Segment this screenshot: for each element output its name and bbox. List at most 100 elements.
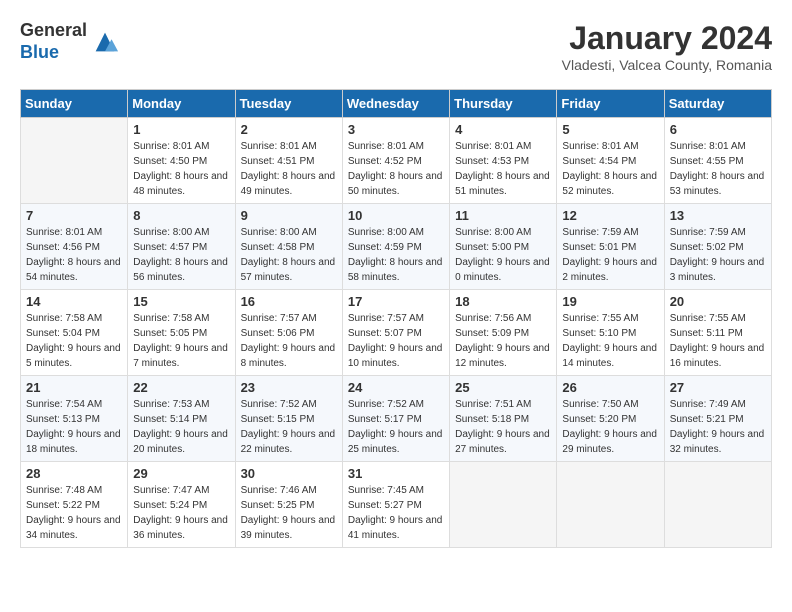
day-number: 1	[133, 122, 229, 137]
header-sunday: Sunday	[21, 90, 128, 118]
calendar-cell: 18 Sunrise: 7:56 AMSunset: 5:09 PMDaylig…	[450, 290, 557, 376]
calendar-cell: 10 Sunrise: 8:00 AMSunset: 4:59 PMDaylig…	[342, 204, 449, 290]
day-number: 10	[348, 208, 444, 223]
calendar-cell: 12 Sunrise: 7:59 AMSunset: 5:01 PMDaylig…	[557, 204, 664, 290]
logo-blue: Blue	[20, 42, 87, 64]
header-row: SundayMondayTuesdayWednesdayThursdayFrid…	[21, 90, 772, 118]
day-number: 14	[26, 294, 122, 309]
day-number: 31	[348, 466, 444, 481]
calendar-cell: 5 Sunrise: 8:01 AMSunset: 4:54 PMDayligh…	[557, 118, 664, 204]
calendar-cell: 2 Sunrise: 8:01 AMSunset: 4:51 PMDayligh…	[235, 118, 342, 204]
day-info: Sunrise: 7:52 AMSunset: 5:15 PMDaylight:…	[241, 397, 337, 457]
logo-general: General	[20, 20, 87, 42]
day-info: Sunrise: 7:57 AMSunset: 5:07 PMDaylight:…	[348, 311, 444, 371]
day-number: 21	[26, 380, 122, 395]
day-number: 29	[133, 466, 229, 481]
location: Vladesti, Valcea County, Romania	[562, 57, 772, 73]
day-info: Sunrise: 7:56 AMSunset: 5:09 PMDaylight:…	[455, 311, 551, 371]
week-row-1: 1 Sunrise: 8:01 AMSunset: 4:50 PMDayligh…	[21, 118, 772, 204]
calendar-cell: 3 Sunrise: 8:01 AMSunset: 4:52 PMDayligh…	[342, 118, 449, 204]
day-info: Sunrise: 7:54 AMSunset: 5:13 PMDaylight:…	[26, 397, 122, 457]
calendar-cell: 23 Sunrise: 7:52 AMSunset: 5:15 PMDaylig…	[235, 376, 342, 462]
header-thursday: Thursday	[450, 90, 557, 118]
day-info: Sunrise: 7:48 AMSunset: 5:22 PMDaylight:…	[26, 483, 122, 543]
calendar-cell: 17 Sunrise: 7:57 AMSunset: 5:07 PMDaylig…	[342, 290, 449, 376]
calendar-cell: 15 Sunrise: 7:58 AMSunset: 5:05 PMDaylig…	[128, 290, 235, 376]
day-info: Sunrise: 7:49 AMSunset: 5:21 PMDaylight:…	[670, 397, 766, 457]
calendar-cell: 28 Sunrise: 7:48 AMSunset: 5:22 PMDaylig…	[21, 462, 128, 548]
day-info: Sunrise: 7:58 AMSunset: 5:04 PMDaylight:…	[26, 311, 122, 371]
day-number: 19	[562, 294, 658, 309]
day-info: Sunrise: 7:57 AMSunset: 5:06 PMDaylight:…	[241, 311, 337, 371]
header-saturday: Saturday	[664, 90, 771, 118]
day-info: Sunrise: 7:51 AMSunset: 5:18 PMDaylight:…	[455, 397, 551, 457]
day-info: Sunrise: 7:55 AMSunset: 5:10 PMDaylight:…	[562, 311, 658, 371]
day-number: 20	[670, 294, 766, 309]
day-info: Sunrise: 8:01 AMSunset: 4:56 PMDaylight:…	[26, 225, 122, 285]
day-info: Sunrise: 7:59 AMSunset: 5:01 PMDaylight:…	[562, 225, 658, 285]
day-number: 16	[241, 294, 337, 309]
calendar-cell: 26 Sunrise: 7:50 AMSunset: 5:20 PMDaylig…	[557, 376, 664, 462]
day-number: 11	[455, 208, 551, 223]
day-number: 30	[241, 466, 337, 481]
day-info: Sunrise: 7:55 AMSunset: 5:11 PMDaylight:…	[670, 311, 766, 371]
calendar-cell	[450, 462, 557, 548]
day-info: Sunrise: 7:59 AMSunset: 5:02 PMDaylight:…	[670, 225, 766, 285]
calendar-cell: 6 Sunrise: 8:01 AMSunset: 4:55 PMDayligh…	[664, 118, 771, 204]
calendar-cell: 21 Sunrise: 7:54 AMSunset: 5:13 PMDaylig…	[21, 376, 128, 462]
day-info: Sunrise: 7:50 AMSunset: 5:20 PMDaylight:…	[562, 397, 658, 457]
day-info: Sunrise: 7:58 AMSunset: 5:05 PMDaylight:…	[133, 311, 229, 371]
day-number: 6	[670, 122, 766, 137]
day-info: Sunrise: 8:01 AMSunset: 4:52 PMDaylight:…	[348, 139, 444, 199]
calendar-cell: 16 Sunrise: 7:57 AMSunset: 5:06 PMDaylig…	[235, 290, 342, 376]
day-info: Sunrise: 8:01 AMSunset: 4:55 PMDaylight:…	[670, 139, 766, 199]
day-number: 23	[241, 380, 337, 395]
day-info: Sunrise: 7:47 AMSunset: 5:24 PMDaylight:…	[133, 483, 229, 543]
day-number: 24	[348, 380, 444, 395]
day-info: Sunrise: 8:01 AMSunset: 4:51 PMDaylight:…	[241, 139, 337, 199]
day-number: 28	[26, 466, 122, 481]
logo-icon	[91, 28, 119, 56]
header-wednesday: Wednesday	[342, 90, 449, 118]
logo: General Blue	[20, 20, 119, 63]
day-number: 26	[562, 380, 658, 395]
logo-text: General Blue	[20, 20, 87, 63]
calendar-cell: 20 Sunrise: 7:55 AMSunset: 5:11 PMDaylig…	[664, 290, 771, 376]
day-number: 2	[241, 122, 337, 137]
calendar-cell: 22 Sunrise: 7:53 AMSunset: 5:14 PMDaylig…	[128, 376, 235, 462]
header-tuesday: Tuesday	[235, 90, 342, 118]
calendar-cell: 30 Sunrise: 7:46 AMSunset: 5:25 PMDaylig…	[235, 462, 342, 548]
calendar-cell: 13 Sunrise: 7:59 AMSunset: 5:02 PMDaylig…	[664, 204, 771, 290]
calendar-cell: 1 Sunrise: 8:01 AMSunset: 4:50 PMDayligh…	[128, 118, 235, 204]
day-info: Sunrise: 8:00 AMSunset: 5:00 PMDaylight:…	[455, 225, 551, 285]
day-number: 4	[455, 122, 551, 137]
day-number: 15	[133, 294, 229, 309]
header-monday: Monday	[128, 90, 235, 118]
day-number: 25	[455, 380, 551, 395]
day-info: Sunrise: 7:45 AMSunset: 5:27 PMDaylight:…	[348, 483, 444, 543]
calendar-cell: 19 Sunrise: 7:55 AMSunset: 5:10 PMDaylig…	[557, 290, 664, 376]
day-info: Sunrise: 8:01 AMSunset: 4:53 PMDaylight:…	[455, 139, 551, 199]
day-number: 9	[241, 208, 337, 223]
calendar-cell: 7 Sunrise: 8:01 AMSunset: 4:56 PMDayligh…	[21, 204, 128, 290]
week-row-2: 7 Sunrise: 8:01 AMSunset: 4:56 PMDayligh…	[21, 204, 772, 290]
calendar-cell: 24 Sunrise: 7:52 AMSunset: 5:17 PMDaylig…	[342, 376, 449, 462]
calendar-cell	[557, 462, 664, 548]
calendar-cell: 11 Sunrise: 8:00 AMSunset: 5:00 PMDaylig…	[450, 204, 557, 290]
day-number: 7	[26, 208, 122, 223]
day-info: Sunrise: 8:00 AMSunset: 4:57 PMDaylight:…	[133, 225, 229, 285]
calendar-cell: 31 Sunrise: 7:45 AMSunset: 5:27 PMDaylig…	[342, 462, 449, 548]
calendar-table: SundayMondayTuesdayWednesdayThursdayFrid…	[20, 89, 772, 548]
day-number: 17	[348, 294, 444, 309]
week-row-4: 21 Sunrise: 7:54 AMSunset: 5:13 PMDaylig…	[21, 376, 772, 462]
calendar-cell: 14 Sunrise: 7:58 AMSunset: 5:04 PMDaylig…	[21, 290, 128, 376]
day-number: 13	[670, 208, 766, 223]
day-info: Sunrise: 7:46 AMSunset: 5:25 PMDaylight:…	[241, 483, 337, 543]
title-block: January 2024 Vladesti, Valcea County, Ro…	[562, 20, 772, 73]
day-number: 27	[670, 380, 766, 395]
day-info: Sunrise: 8:00 AMSunset: 4:58 PMDaylight:…	[241, 225, 337, 285]
day-number: 8	[133, 208, 229, 223]
day-info: Sunrise: 7:52 AMSunset: 5:17 PMDaylight:…	[348, 397, 444, 457]
calendar-cell: 25 Sunrise: 7:51 AMSunset: 5:18 PMDaylig…	[450, 376, 557, 462]
calendar-cell	[21, 118, 128, 204]
